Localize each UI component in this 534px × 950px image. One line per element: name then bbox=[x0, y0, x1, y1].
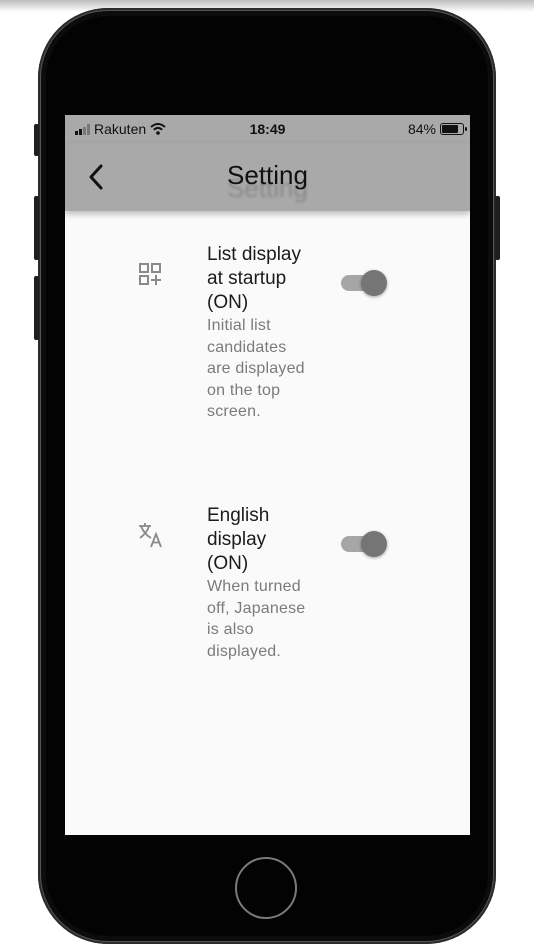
setting-title: List display at startup (ON) bbox=[207, 244, 301, 313]
setting-description: When turned off, Japanese is also displa… bbox=[207, 578, 306, 660]
power-button bbox=[495, 196, 500, 260]
setting-description: Initial list candidates are displayed on… bbox=[207, 317, 305, 421]
list-add-icon bbox=[139, 263, 161, 285]
page: Rakuten 18:49 84% Setting Setting List d… bbox=[0, 0, 534, 950]
battery-group: 84% bbox=[407, 121, 467, 137]
status-bar: Rakuten 18:49 84% bbox=[65, 115, 470, 143]
home-button[interactable] bbox=[235, 857, 297, 919]
battery-percent: 84% bbox=[407, 121, 436, 137]
battery-fill bbox=[442, 125, 458, 133]
list-display-toggle[interactable] bbox=[341, 268, 387, 298]
toggle-thumb bbox=[361, 270, 387, 296]
setting-title: English display (ON) bbox=[207, 505, 270, 574]
setting-item-english-display: English display (ON) When turned off, Ja… bbox=[65, 471, 470, 671]
english-display-toggle[interactable] bbox=[341, 529, 387, 559]
setting-item-list-display: List display at startup (ON) Initial lis… bbox=[65, 211, 470, 461]
volume-up-button bbox=[34, 196, 39, 260]
setting-text: List display at startup (ON) Initial lis… bbox=[207, 243, 307, 423]
mute-switch bbox=[34, 124, 39, 156]
app-screen: Rakuten 18:49 84% Setting Setting List d… bbox=[65, 115, 470, 835]
app-bar: Setting Setting bbox=[65, 143, 470, 211]
toggle-thumb bbox=[361, 531, 387, 557]
volume-down-button bbox=[34, 276, 39, 340]
battery-icon bbox=[440, 123, 467, 135]
setting-text: English display (ON) When turned off, Ja… bbox=[207, 504, 307, 662]
page-title: Setting bbox=[227, 160, 308, 190]
translate-icon bbox=[139, 523, 162, 548]
